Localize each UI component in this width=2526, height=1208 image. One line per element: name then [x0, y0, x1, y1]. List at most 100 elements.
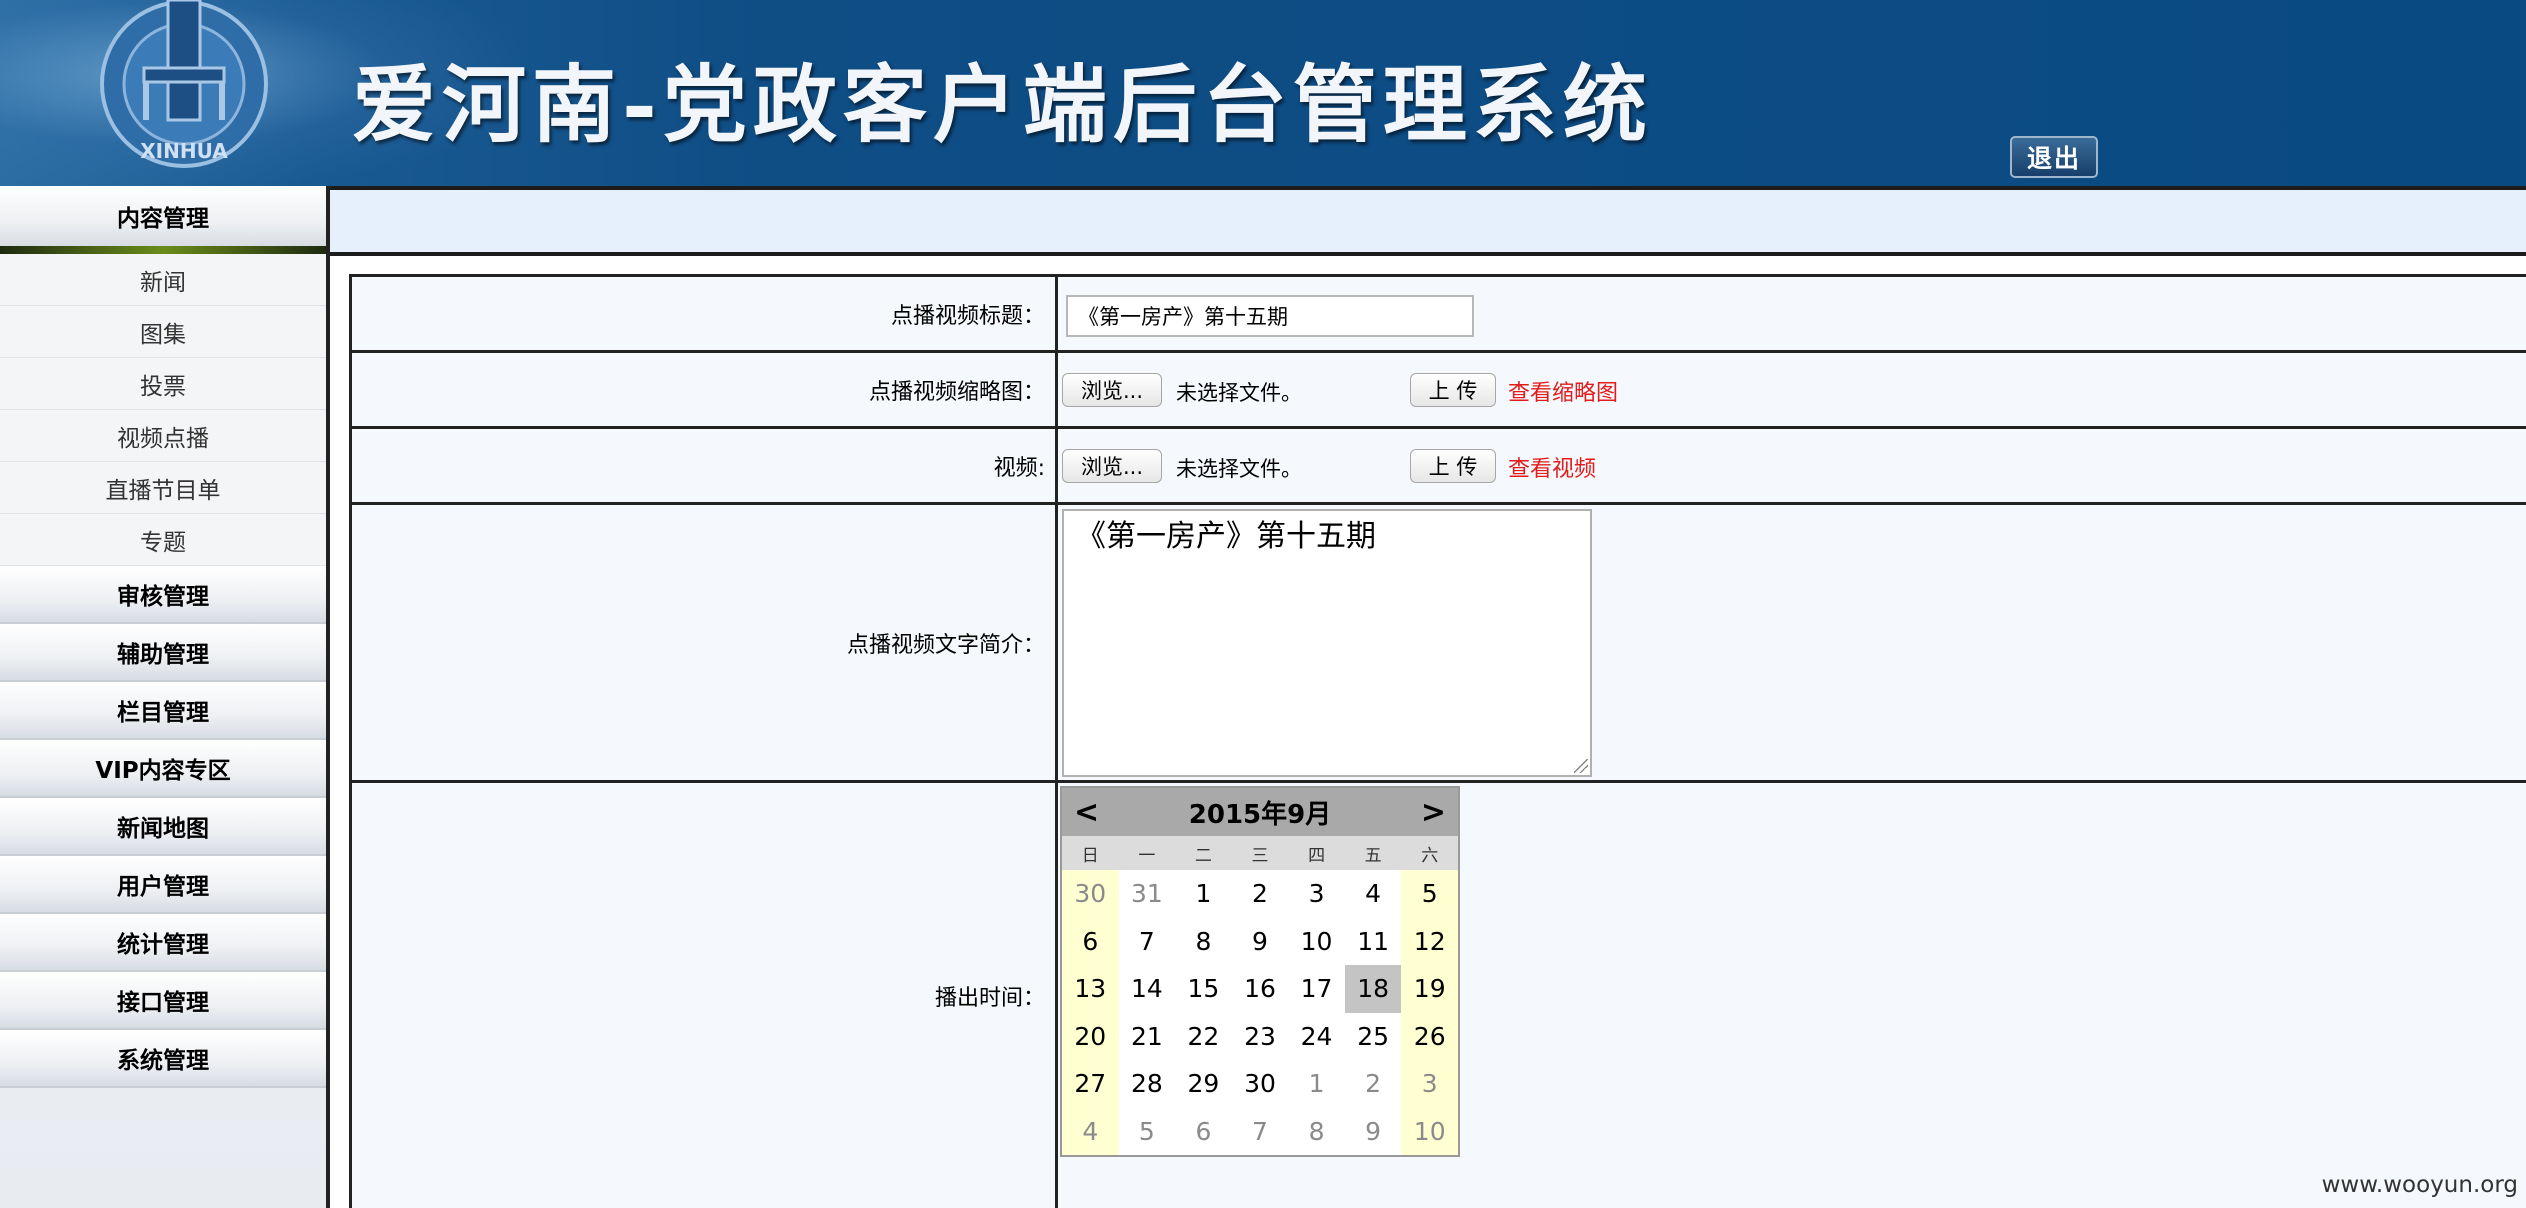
calendar-day[interactable]: 9	[1345, 1108, 1402, 1156]
video-upload-button[interactable]: 上 传	[1410, 449, 1496, 483]
calendar-day[interactable]: 30	[1062, 870, 1119, 918]
calendar-day[interactable]: 2	[1232, 870, 1289, 918]
prev-month-button[interactable]: <	[1074, 795, 1099, 830]
video-browse-button[interactable]: 浏览...	[1062, 449, 1162, 483]
logo-text: XINHUA	[140, 139, 228, 163]
sidebar-category-api[interactable]: 接口管理	[0, 972, 326, 1030]
form-row-description: 点播视频文字简介： 《第一房产》第十五期	[352, 502, 2526, 780]
calendar-day[interactable]: 18	[1344, 965, 1402, 1013]
description-textarea[interactable]: 《第一房产》第十五期	[1062, 509, 1592, 777]
calendar-day[interactable]: 10	[1401, 1107, 1458, 1155]
calendar-day[interactable]: 2	[1345, 1060, 1402, 1108]
calendar-day[interactable]: 5	[1401, 870, 1458, 918]
calendar-day[interactable]: 8	[1175, 918, 1232, 966]
calendar-day[interactable]: 4	[1345, 870, 1402, 918]
sidebar-category-stats[interactable]: 统计管理	[0, 914, 326, 972]
sidebar-item-vote[interactable]: 投票	[0, 358, 326, 410]
calendar-month-label: 2015年9月	[1188, 799, 1332, 830]
weekday-header: 三	[1251, 845, 1269, 866]
calendar-day[interactable]: 31	[1119, 870, 1176, 918]
weekday-header: 一	[1138, 845, 1156, 866]
sidebar-category-system[interactable]: 系统管理	[0, 1030, 326, 1088]
sidebar-category-news-map[interactable]: 新闻地图	[0, 798, 326, 856]
sidebar-item-gallery[interactable]: 图集	[0, 306, 326, 358]
weekday-header: 六	[1421, 845, 1439, 866]
sidebar-category-review[interactable]: 审核管理	[0, 566, 326, 624]
resize-grip-icon[interactable]	[1574, 759, 1588, 773]
calendar-day[interactable]: 17	[1288, 965, 1345, 1013]
sidebar-category-vip[interactable]: VIP内容专区	[0, 740, 326, 798]
calendar-day-grid: 30 31 1 2 3 4 5 6 7 8 9 10 11 12 13 14 15 16 17 18 19 20 21 22 2…	[1062, 870, 1458, 1155]
calendar-day[interactable]: 1	[1175, 870, 1232, 918]
form-row-video: 视频: 浏览... 未选择文件。 上 传 查看视频	[352, 426, 2526, 502]
calendar-day[interactable]: 7	[1119, 918, 1176, 966]
calendar-day[interactable]: 6	[1175, 1108, 1232, 1156]
calendar-day[interactable]: 5	[1119, 1108, 1176, 1156]
view-video-link[interactable]: 查看视频	[1508, 451, 1596, 483]
sidebar-item-news[interactable]: 新闻	[0, 254, 326, 306]
calendar-day[interactable]: 19	[1401, 965, 1458, 1013]
calendar-day[interactable]: 26	[1401, 1012, 1458, 1060]
calendar-day[interactable]: 24	[1288, 1013, 1345, 1061]
sidebar-category-users[interactable]: 用户管理	[0, 856, 326, 914]
calendar-weekday-row: 日一二三四五六	[1062, 836, 1458, 870]
sidebar-item-vod[interactable]: 视频点播	[0, 410, 326, 462]
calendar-day[interactable]: 30	[1232, 1060, 1289, 1108]
thumbnail-label: 点播视频缩略图：	[352, 353, 1058, 426]
weekday-header: 五	[1364, 845, 1382, 866]
sidebar-category-columns[interactable]: 栏目管理	[0, 682, 326, 740]
video-no-file-text: 未选择文件。	[1176, 457, 1302, 481]
sidebar: 内容管理 新闻 图集 投票 视频点播 直播节目单 专题 审核管理 辅助管理 栏目…	[0, 186, 330, 1208]
calendar-day[interactable]: 6	[1062, 917, 1119, 965]
sidebar-category-auxiliary[interactable]: 辅助管理	[0, 624, 326, 682]
calendar-day[interactable]: 7	[1232, 1108, 1289, 1156]
active-category-bar	[0, 246, 326, 254]
video-label: 视频:	[352, 429, 1058, 502]
video-edit-form: 点播视频标题： 《第一房产》第十五期 点播视频缩略图： 浏览... 未选择文件。…	[349, 274, 2526, 1208]
next-month-button[interactable]: >	[1421, 795, 1446, 830]
date-picker: < 2015年9月 > 日一二三四五六 30 31 1 2 3 4 5 6 7 8 9 10 11 12 1…	[1060, 786, 1460, 1157]
calendar-day[interactable]: 14	[1119, 965, 1176, 1013]
calendar-day[interactable]: 21	[1119, 1013, 1176, 1061]
weekday-header: 日	[1081, 845, 1099, 866]
calendar-day[interactable]: 28	[1119, 1060, 1176, 1108]
sidebar-item-topic[interactable]: 专题	[0, 514, 326, 566]
calendar-day[interactable]: 13	[1062, 965, 1119, 1013]
thumbnail-upload-button[interactable]: 上 传	[1410, 373, 1496, 407]
calendar-day[interactable]: 9	[1232, 918, 1289, 966]
calendar-day[interactable]: 27	[1062, 1060, 1119, 1108]
form-row-thumbnail: 点播视频缩略图： 浏览... 未选择文件。 上 传 查看缩略图	[352, 350, 2526, 426]
weekday-header: 二	[1194, 845, 1212, 866]
app-title: 爱河南-党政客户端后台管理系统	[352, 55, 1653, 154]
title-input[interactable]: 《第一房产》第十五期	[1066, 295, 1474, 337]
view-thumbnail-link[interactable]: 查看缩略图	[1508, 375, 1618, 407]
form-row-airtime: 播出时间： < 2015年9月 > 日一二三四五六 30 31 1 2 3 4 5 6 7 8 9 1…	[352, 780, 2526, 1208]
description-label: 点播视频文字简介：	[352, 505, 1058, 780]
sidebar-category-content[interactable]: 内容管理	[0, 186, 326, 246]
calendar-day[interactable]: 3	[1401, 1060, 1458, 1108]
calendar-day[interactable]: 25	[1345, 1013, 1402, 1061]
description-text: 《第一房产》第十五期	[1076, 519, 1376, 554]
calendar-day[interactable]: 15	[1175, 965, 1232, 1013]
calendar-day[interactable]: 11	[1345, 918, 1402, 966]
calendar-day[interactable]: 4	[1062, 1107, 1119, 1155]
calendar-day[interactable]: 20	[1062, 1012, 1119, 1060]
watermark: www.wooyun.org	[2321, 1172, 2518, 1198]
calendar-header: < 2015年9月 >	[1062, 788, 1458, 836]
calendar-day[interactable]: 22	[1175, 1013, 1232, 1061]
calendar-day[interactable]: 1	[1288, 1060, 1345, 1108]
calendar-day[interactable]: 3	[1288, 870, 1345, 918]
app-header: XINHUA 爱河南-党政客户端后台管理系统 退出	[0, 0, 2526, 186]
calendar-day[interactable]: 23	[1232, 1013, 1289, 1061]
logout-button[interactable]: 退出	[2010, 136, 2098, 178]
calendar-day[interactable]: 16	[1232, 965, 1289, 1013]
calendar-day[interactable]: 10	[1288, 918, 1345, 966]
xinhua-logo-icon: XINHUA	[100, 0, 268, 168]
calendar-day[interactable]: 29	[1175, 1060, 1232, 1108]
title-label: 点播视频标题：	[352, 277, 1058, 350]
content-top-bar	[330, 186, 2526, 256]
sidebar-item-live-schedule[interactable]: 直播节目单	[0, 462, 326, 514]
calendar-day[interactable]: 8	[1288, 1108, 1345, 1156]
thumbnail-browse-button[interactable]: 浏览...	[1062, 373, 1162, 407]
calendar-day[interactable]: 12	[1401, 917, 1458, 965]
